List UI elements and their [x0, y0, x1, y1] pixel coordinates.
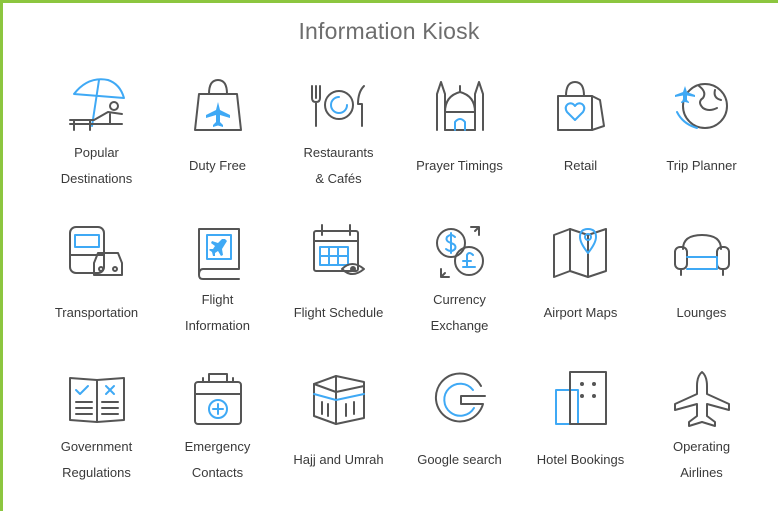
- tile-beach-umbrella[interactable]: Popular Destinations: [36, 70, 157, 217]
- tile-label: Government Regulations: [36, 434, 157, 486]
- plate-cutlery-icon: [306, 72, 372, 138]
- tile-label-line: Prayer Timings: [416, 158, 503, 173]
- tile-label-line: Restaurants: [303, 145, 374, 160]
- tile-label-line: & Cafés: [315, 171, 362, 186]
- tile-label: Popular Destinations: [36, 140, 157, 192]
- tile-label-line: Hajj and Umrah: [293, 452, 384, 467]
- tile-label: Trip Planner: [641, 140, 762, 192]
- shopping-bag-heart-icon: [548, 72, 614, 138]
- beach-umbrella-icon: [64, 72, 130, 138]
- tile-label-line: Currency: [433, 292, 486, 307]
- tile-kaaba[interactable]: Hajj and Umrah: [278, 364, 399, 511]
- tile-hotel-building[interactable]: Hotel Bookings: [520, 364, 641, 511]
- tile-calendar-eye[interactable]: Flight Schedule: [278, 217, 399, 364]
- tile-airplane[interactable]: Operating Airlines: [641, 364, 762, 511]
- tile-label-line: Google search: [417, 452, 502, 467]
- tile-globe-plane[interactable]: Trip Planner: [641, 70, 762, 217]
- tile-book-plane[interactable]: Flight Information: [157, 217, 278, 364]
- tile-label-line: Contacts: [191, 465, 244, 480]
- tile-label: Hajj and Umrah: [278, 434, 399, 486]
- kaaba-icon: [306, 366, 372, 432]
- tile-label-line: Airlines: [680, 465, 723, 480]
- page-title: Information Kiosk: [298, 18, 480, 44]
- tile-label: Flight Information: [157, 287, 278, 339]
- book-plane-icon: [185, 219, 251, 285]
- tile-label: Duty Free: [157, 140, 278, 192]
- tile-label-line: Trip Planner: [666, 158, 737, 173]
- tile-label: Google search: [399, 434, 520, 486]
- regulations-book-icon: [64, 366, 130, 432]
- tile-label: Flight Schedule: [278, 287, 399, 339]
- tile-plate-cutlery[interactable]: Restaurants & Cafés: [278, 70, 399, 217]
- tile-label: Retail: [520, 140, 641, 192]
- tile-currency-exchange[interactable]: Currency Exchange: [399, 217, 520, 364]
- tile-label: Lounges: [641, 287, 762, 339]
- hotel-building-icon: [548, 366, 614, 432]
- globe-plane-icon: [669, 72, 735, 138]
- tile-label: Airport Maps: [520, 287, 641, 339]
- tile-label-line: Transportation: [54, 305, 139, 320]
- currency-exchange-icon: [427, 219, 493, 285]
- first-aid-kit-icon: [185, 366, 251, 432]
- mosque-icon: [427, 72, 493, 138]
- tile-label-line: Destinations: [60, 171, 133, 186]
- tile-label-line: Retail: [563, 158, 598, 173]
- tile-label-line: Hotel Bookings: [536, 452, 625, 467]
- tile-map-pin[interactable]: Airport Maps: [520, 217, 641, 364]
- tile-label: Emergency Contacts: [157, 434, 278, 486]
- tile-label: Restaurants & Cafés: [278, 140, 399, 192]
- google-icon: [427, 366, 493, 432]
- service-grid: Popular Destinations Duty Free Restaurant…: [36, 70, 762, 511]
- tile-label: Transportation: [36, 287, 157, 339]
- tile-label: Prayer Timings: [399, 140, 520, 192]
- tile-regulations-book[interactable]: Government Regulations: [36, 364, 157, 511]
- tile-mosque[interactable]: Prayer Timings: [399, 70, 520, 217]
- tile-first-aid-kit[interactable]: Emergency Contacts: [157, 364, 278, 511]
- tile-label-line: Flight: [201, 292, 234, 307]
- tile-label-line: Regulations: [62, 465, 131, 480]
- tile-label-line: Duty Free: [188, 158, 247, 173]
- airplane-icon: [669, 366, 735, 432]
- tile-label-line: Flight Schedule: [293, 305, 384, 320]
- tile-label-line: Emergency: [184, 439, 251, 454]
- tile-shopping-bag-plane[interactable]: Duty Free: [157, 70, 278, 217]
- map-pin-icon: [548, 219, 614, 285]
- tile-label-line: Popular: [74, 145, 119, 160]
- bus-car-icon: [64, 219, 130, 285]
- tile-label: Currency Exchange: [399, 287, 520, 339]
- shopping-bag-plane-icon: [185, 72, 251, 138]
- tile-bus-car[interactable]: Transportation: [36, 217, 157, 364]
- tile-label-line: Government: [60, 439, 133, 454]
- tile-armchair[interactable]: Lounges: [641, 217, 762, 364]
- tile-label: Operating Airlines: [641, 434, 762, 486]
- tile-label-line: Operating: [672, 439, 731, 454]
- tile-google[interactable]: Google search: [399, 364, 520, 511]
- tile-label-line: Information: [184, 318, 251, 333]
- tile-shopping-bag-heart[interactable]: Retail: [520, 70, 641, 217]
- tile-label-line: Lounges: [676, 305, 727, 320]
- tile-label-line: Exchange: [430, 318, 489, 333]
- armchair-icon: [669, 219, 735, 285]
- tile-label-line: Airport Maps: [543, 305, 618, 320]
- tile-label: Hotel Bookings: [520, 434, 641, 486]
- calendar-eye-icon: [306, 219, 372, 285]
